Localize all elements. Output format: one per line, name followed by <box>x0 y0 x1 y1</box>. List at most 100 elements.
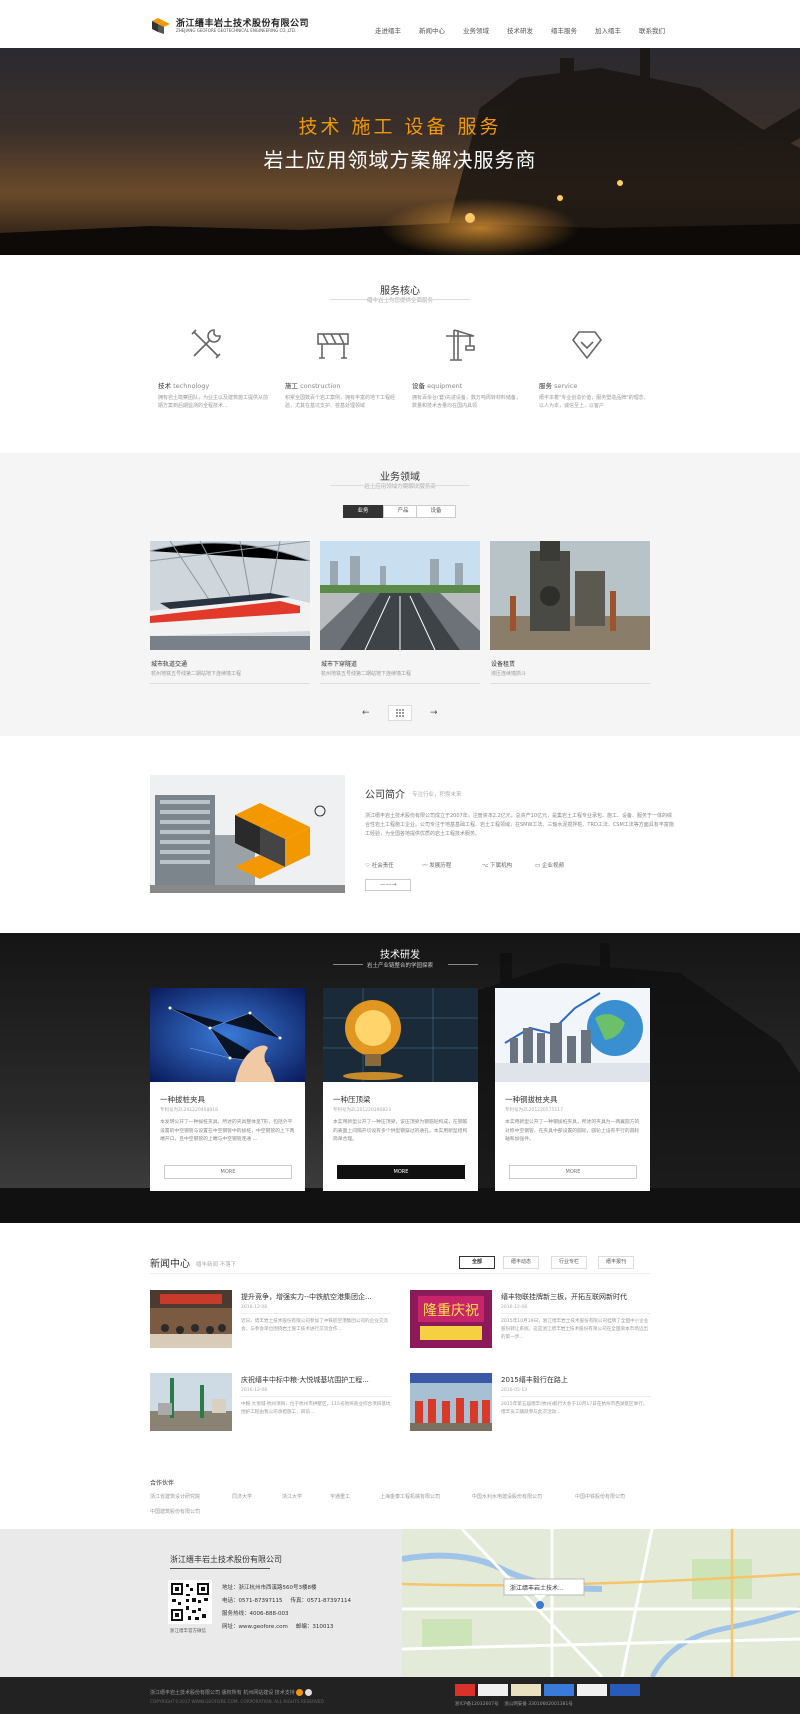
carousel-grid-button[interactable] <box>388 705 412 721</box>
partner-link[interactable]: 上海金泰工程机械有限公司 <box>380 1493 440 1500</box>
partner-link[interactable]: 浙江省建筑设计研究院 <box>150 1493 200 1500</box>
business-card-equipment[interactable]: 设备租赁 液压连续墙抓斗 <box>490 541 650 686</box>
service-desc-service: 缙丰本着"专业创造价值，服务塑造品牌"的理念，以人为本，诚信至上，以客户 <box>539 395 649 409</box>
business-divider <box>330 485 470 486</box>
nav-item-about[interactable]: 走进缙丰 <box>375 25 401 35</box>
logo[interactable]: 浙江缙丰岩土技术股份有限公司 ZHEJIANG GEOFORE GEOTECHN… <box>150 15 320 37</box>
wechat-qr-code <box>168 1580 212 1624</box>
business-card-tunnel[interactable]: 城市下穿隧道 杭州地铁五号线第二期站地下连续墙工程 <box>320 541 480 686</box>
about-text: 浙江缙丰岩土技术股份有限公司成立于2007年，注册资本2.2亿元，总资产10亿元… <box>365 813 674 837</box>
footer-contact: 地址：浙江杭州市西溪路560号3楼8楼 电话：0571-87397115 传真：0… <box>222 1582 351 1634</box>
news-tab-industry[interactable]: 行业专栏 <box>551 1256 587 1269</box>
tab-business[interactable]: 业务 <box>343 505 383 518</box>
partner-link[interactable]: 中国水利水电建设股份有限公司 <box>472 1493 542 1500</box>
news-item-title: 2015缙丰毅行在路上 <box>501 1376 568 1384</box>
tech-card-patent: 专利号为ZL201220575117 <box>505 1108 563 1113</box>
tech-title: 技术研发 <box>380 950 420 961</box>
tech-divider-right <box>448 964 478 965</box>
news-item-title: 提升竞争，增强实力--中铁航空港集团企... <box>241 1293 372 1301</box>
footer-hotline-row: 服务热线：4006-888-003 <box>222 1611 289 1617</box>
partner-link[interactable]: 浙江大学 <box>282 1493 302 1500</box>
business-card-title: 城市轨道交通 <box>151 661 188 668</box>
news-item-date: 2016-05-13 <box>501 1388 528 1393</box>
service-divider <box>330 299 470 300</box>
news-image-celebration: 隆重庆祝 <box>410 1290 492 1348</box>
copyright-row: 浙江缙丰岩土技术股份有限公司 版权所有 杭州网站建设 技术支持 <box>150 1689 312 1696</box>
carousel-prev-button[interactable]: ← <box>362 708 370 718</box>
about-link-responsibility[interactable]: ♡ 社会责任 <box>365 861 422 869</box>
business-card-divider <box>490 683 650 684</box>
map-label: 浙江缙丰岩土技术... <box>510 1585 564 1592</box>
tech-image-city-globe <box>495 988 650 1082</box>
tech-card-1[interactable]: 一种拔桩夹具 专利号为ZL201220408918 本发明公开了一种拔桩夹具，所… <box>150 988 305 1191</box>
tech-card-more-button[interactable]: MORE <box>337 1165 465 1179</box>
news-header-divider <box>150 1273 650 1274</box>
news-item-divider <box>501 1396 651 1397</box>
partner-link[interactable]: 中国中铁股份有限公司 <box>575 1493 625 1500</box>
company-building-image <box>150 775 345 893</box>
badge-icon[interactable] <box>511 1684 541 1696</box>
business-card-desc: 液压连续墙抓斗 <box>491 671 527 677</box>
nav-item-tech[interactable]: 技术研发 <box>507 25 533 35</box>
carousel-next-button[interactable]: → <box>430 708 438 718</box>
service-name-service: 服务 service <box>539 382 578 390</box>
diamond-icon <box>571 331 603 360</box>
news-item-4[interactable]: 2015缙丰毅行在路上 2016-05-13 2015年第五届缙丰(杭州)毅行大… <box>410 1373 660 1433</box>
news-item-desc: 2015年第五届缙丰(杭州)毅行大会于10月17日在杭州市西湖景区举行，缙丰员工… <box>501 1402 648 1415</box>
news-item-date: 2016-12-08 <box>501 1305 528 1310</box>
tech-card-more-button[interactable]: MORE <box>509 1165 637 1179</box>
logo-text-en: ZHEJIANG GEOFORE GEOTECHNICAL ENGINEERIN… <box>176 28 297 33</box>
badge-icon[interactable] <box>610 1684 640 1696</box>
tech-card-title: 一种钢拔桩夹具 <box>505 1095 558 1104</box>
news-tab-all[interactable]: 全部 <box>459 1256 495 1269</box>
news-title: 新闻中心 <box>150 1259 190 1270</box>
nav-item-contact[interactable]: 联系我们 <box>639 25 665 35</box>
business-title: 业务领域 <box>380 472 420 483</box>
badge-icon[interactable] <box>544 1684 574 1696</box>
news-item-divider <box>241 1396 391 1397</box>
partner-link[interactable]: 同济大学 <box>232 1493 252 1500</box>
location-map[interactable]: 浙江缙丰岩土技术... <box>402 1529 800 1677</box>
icp-row: 浙ICP备12032607号 浙公网安备 33010602001381号 <box>455 1702 573 1707</box>
service-subtitle: 缙丰岩土为您提供全面服务 <box>366 298 433 304</box>
business-card-rail[interactable]: 城市轨道交通 杭州地铁五号线第二期站地下连续墙工程 <box>150 541 310 686</box>
tech-card-3[interactable]: 一种钢拔桩夹具 专利号为ZL201220575117 本实用新型公开了一种钢拔桩… <box>495 988 650 1191</box>
video-icon: ▭ <box>535 863 541 869</box>
badge-icon[interactable] <box>478 1684 508 1696</box>
nav-item-service[interactable]: 缙丰服务 <box>551 25 577 35</box>
badge-icon[interactable] <box>577 1684 607 1696</box>
badge-icon[interactable] <box>455 1684 475 1696</box>
wechat-caption: 浙江缙丰官方微信 <box>170 1629 206 1634</box>
news-item-divider <box>501 1313 651 1314</box>
partner-link[interactable]: 宇通重工 <box>330 1493 350 1500</box>
business-card-divider <box>150 683 310 684</box>
bottom-bar <box>0 1677 800 1714</box>
about-link-branches[interactable]: ⌥ 下属机构 <box>482 861 535 869</box>
about-more-button[interactable]: ——→ <box>365 879 411 891</box>
svg-text:隆重庆祝: 隆重庆祝 <box>423 1303 479 1319</box>
news-item-1[interactable]: 提升竞争，增强实力--中铁航空港集团企... 2016-12-08 近日，缙丰岩… <box>150 1290 400 1350</box>
news-tab-dynamics[interactable]: 缙丰动态 <box>503 1256 539 1269</box>
news-tab-journal[interactable]: 缙丰报刊 <box>598 1256 634 1269</box>
service-desc-construction: 积累全国数百个岩工案例，拥有丰富的地下工程经验，尤其在基坑支护、桩基处理领域 <box>285 395 396 409</box>
logo-icon <box>152 18 170 34</box>
tech-card-2[interactable]: 一种压顶梁 专利号为ZL201220390823 本实用新型公开了一种压顶梁，该… <box>323 988 478 1191</box>
news-item-date: 2016-12-08 <box>241 1305 268 1310</box>
support-icon <box>296 1689 304 1696</box>
about-link-history[interactable]: 〰 发展历程 <box>422 861 482 869</box>
business-card-title: 城市下穿隧道 <box>321 661 358 668</box>
tab-equipment[interactable]: 设备 <box>416 505 456 518</box>
news-item-3[interactable]: 庆祝缙丰中标中粮·大悦城基坑围护工程... 2016-12-08 中粮·大悦城·… <box>150 1373 400 1433</box>
tech-card-more-button[interactable]: MORE <box>164 1165 292 1179</box>
underpass-tunnel-image <box>320 541 480 650</box>
news-item-2[interactable]: 隆重庆祝 缙丰物联挂牌新三板，开拓互联网新时代 2016-12-08 2015年… <box>410 1290 660 1350</box>
about-link-video[interactable]: ▭ 企业视频 <box>535 861 595 869</box>
tools-icon <box>191 329 221 359</box>
nav-item-business[interactable]: 业务领域 <box>463 25 489 35</box>
support-icon-2 <box>305 1689 312 1696</box>
business-card-desc: 杭州地铁五号线第二期站地下连续墙工程 <box>321 671 412 677</box>
nav-item-news[interactable]: 新闻中心 <box>419 25 445 35</box>
partner-link[interactable]: 中国建筑股份有限公司 <box>150 1508 200 1515</box>
nav-item-join[interactable]: 加入缙丰 <box>595 25 621 35</box>
footer-divider <box>170 1568 270 1569</box>
